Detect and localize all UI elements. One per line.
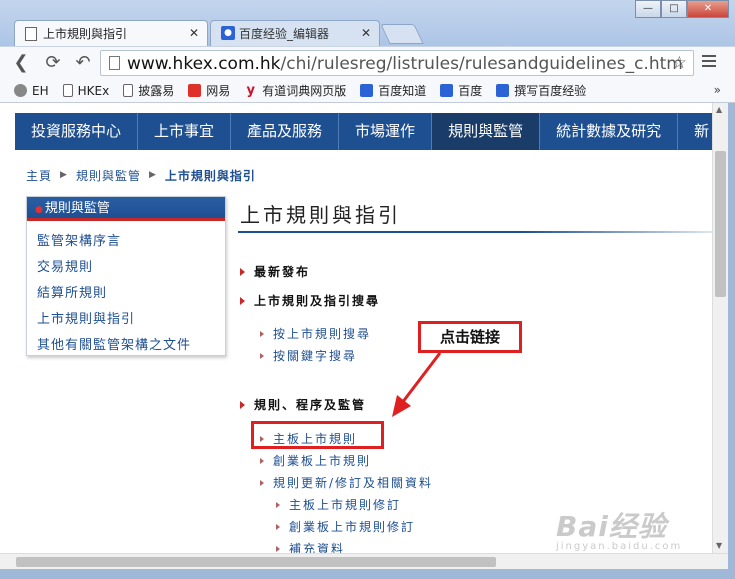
bookmarks-overflow-icon[interactable]: »	[714, 83, 721, 97]
horizontal-scrollbar[interactable]	[0, 553, 728, 569]
breadcrumb: 主頁 ▶ 規則與監管 ▶ 上市規則與指引	[26, 167, 256, 184]
watermark-url: jingyan.baidu.com	[556, 541, 683, 552]
triangle-bullet-icon	[260, 479, 264, 486]
bookmark-item[interactable]: 网易	[188, 82, 230, 99]
triangle-bullet-icon	[276, 545, 280, 552]
breadcrumb-current[interactable]: 上市規則與指引	[165, 167, 256, 184]
link-gem-amendments[interactable]: 創業板上市規則修訂	[276, 518, 415, 535]
left-sidebar: ● 規則與監管 監管架構序言 交易規則 結算所規則 上市規則與指引 其他有關監管架…	[26, 196, 226, 356]
scroll-up-icon[interactable]: ▲	[716, 105, 722, 114]
baidu-paw-icon	[360, 84, 374, 97]
bookmark-item[interactable]: y 有道词典网页版	[244, 82, 346, 99]
bookmark-item[interactable]: 百度	[440, 82, 482, 99]
tab-inactive[interactable]: ● 百度经验_编辑器 ✕	[210, 20, 380, 46]
section-latest[interactable]: 最新發布	[240, 263, 310, 280]
sidebar-item-trading-rules[interactable]: 交易規則	[37, 255, 225, 281]
link-supplementary-info[interactable]: 補充資料	[276, 540, 345, 553]
triangle-bullet-icon	[260, 457, 264, 464]
tab-label: 百度经验_编辑器	[239, 27, 330, 41]
nav-item-rules[interactable]: 規則與監管	[432, 113, 541, 150]
section-search[interactable]: 上市規則及指引搜尋	[240, 292, 380, 309]
breadcrumb-separator-icon: ▶	[60, 170, 68, 180]
youdao-icon: y	[246, 83, 255, 98]
sidebar-item-other-docs[interactable]: 其他有關監管架構之文件	[37, 333, 225, 359]
main-navigation: 投資服務中心 上市事宜 產品及服務 市場運作 規則與監管 統計數據及研究 新	[15, 113, 712, 150]
bookmark-item[interactable]: EH	[14, 84, 49, 98]
link-search-by-rule[interactable]: 按上市規則搜尋	[260, 325, 371, 342]
link-rule-updates[interactable]: 規則更新/修訂及相關資料	[260, 474, 433, 491]
title-divider	[238, 231, 712, 233]
vertical-scroll-thumb[interactable]	[715, 151, 726, 297]
netease-icon	[188, 84, 202, 97]
callout-label: 点击链接	[418, 321, 522, 353]
nav-item-new[interactable]: 新	[678, 113, 712, 150]
bookmarks-bar: EH HKEx 披露易 网易 y 有道词典网页版 百度知道 百度 撰写百度经验 »	[0, 79, 735, 103]
vertical-scrollbar[interactable]: ▲ ▼	[712, 103, 728, 553]
maximize-button[interactable]: □	[661, 0, 687, 18]
link-gem-rules[interactable]: 創業板上市規則	[260, 452, 371, 469]
link-main-board-amendments[interactable]: 主板上市規則修訂	[276, 496, 401, 513]
triangle-bullet-icon	[260, 330, 264, 337]
window-frame-right	[728, 103, 735, 569]
breadcrumb-separator-icon: ▶	[148, 170, 157, 180]
tab-active[interactable]: 上市規則與指引 ✕	[14, 20, 208, 46]
bookmark-star-icon[interactable]: ☆	[672, 53, 687, 73]
bullet-icon: ●	[35, 205, 43, 215]
baidu-jingyan-watermark: Bai经验 jingyan.baidu.com	[556, 505, 706, 552]
back-arrow-icon[interactable]: ❮	[10, 52, 32, 74]
bookmark-item[interactable]: HKEx	[62, 84, 109, 98]
url-text[interactable]: www.hkex.com.hk/chi/rulesreg/listrules/r…	[127, 54, 683, 74]
browser-titlebar: 上市規則與指引 ✕ ● 百度经验_编辑器 ✕ — □ ✕	[0, 0, 735, 46]
page-favicon-icon	[25, 27, 37, 41]
baidu-paw-icon	[496, 84, 510, 97]
nav-item-market[interactable]: 市場運作	[339, 113, 433, 150]
page-icon	[62, 84, 73, 97]
menu-hamburger-icon[interactable]	[702, 55, 716, 70]
page-icon	[109, 56, 120, 70]
browser-toolbar: ❮ ⟳ ↶ www.hkex.com.hk/chi/rulesreg/listr…	[0, 46, 735, 79]
highlight-box	[251, 421, 384, 449]
undo-icon[interactable]: ↶	[72, 52, 94, 74]
new-tab-button[interactable]	[380, 24, 424, 44]
triangle-bullet-icon	[240, 296, 245, 305]
address-bar[interactable]: www.hkex.com.hk/chi/rulesreg/listrules/r…	[100, 50, 694, 76]
section-rules[interactable]: 規則、程序及監管	[240, 396, 366, 413]
page-title: 上市規則與指引	[240, 203, 401, 227]
sidebar-item-clearing-rules[interactable]: 結算所規則	[37, 281, 225, 307]
baidu-paw-icon	[440, 84, 454, 97]
minimize-button[interactable]: —	[635, 0, 661, 18]
breadcrumb-home[interactable]: 主頁	[26, 167, 52, 184]
sidebar-header[interactable]: ● 規則與監管	[27, 197, 225, 221]
scroll-down-icon[interactable]: ▼	[716, 541, 722, 550]
globe-icon	[14, 84, 27, 97]
window-controls: — □ ✕	[635, 0, 729, 20]
bookmark-item[interactable]: 撰写百度经验	[496, 82, 586, 99]
triangle-bullet-icon	[240, 400, 245, 409]
triangle-bullet-icon	[240, 267, 245, 276]
triangle-bullet-icon	[276, 501, 280, 508]
horizontal-scroll-thumb[interactable]	[16, 557, 496, 567]
sidebar-item-framework[interactable]: 監管架構序言	[37, 229, 225, 255]
baidu-paw-icon: ●	[221, 26, 235, 40]
nav-item-products[interactable]: 產品及服務	[231, 113, 340, 150]
bookmark-item[interactable]: 百度知道	[360, 82, 426, 99]
breadcrumb-rules[interactable]: 規則與監管	[76, 167, 141, 184]
tab-close-icon[interactable]: ✕	[189, 26, 199, 40]
bookmark-item[interactable]: 披露易	[123, 82, 174, 99]
page-viewport: 投資服務中心 上市事宜 產品及服務 市場運作 規則與監管 統計數據及研究 新 主…	[0, 103, 712, 553]
close-window-button[interactable]: ✕	[687, 0, 729, 18]
page-icon	[123, 84, 134, 97]
nav-item-listing[interactable]: 上市事宜	[138, 113, 232, 150]
sidebar-item-listing-rules[interactable]: 上市規則與指引	[37, 307, 225, 333]
window-frame-bottom	[0, 569, 735, 579]
watermark-logo: Bai经验	[556, 510, 667, 543]
link-search-by-keyword[interactable]: 按關鍵字搜尋	[260, 347, 357, 364]
reload-icon[interactable]: ⟳	[42, 52, 64, 74]
triangle-bullet-icon	[276, 523, 280, 530]
tab-close-icon[interactable]: ✕	[361, 26, 371, 40]
triangle-bullet-icon	[260, 352, 264, 359]
nav-item-statistics[interactable]: 統計數據及研究	[540, 113, 679, 150]
tab-label: 上市規則與指引	[43, 27, 128, 41]
nav-item-investor[interactable]: 投資服務中心	[15, 113, 139, 150]
